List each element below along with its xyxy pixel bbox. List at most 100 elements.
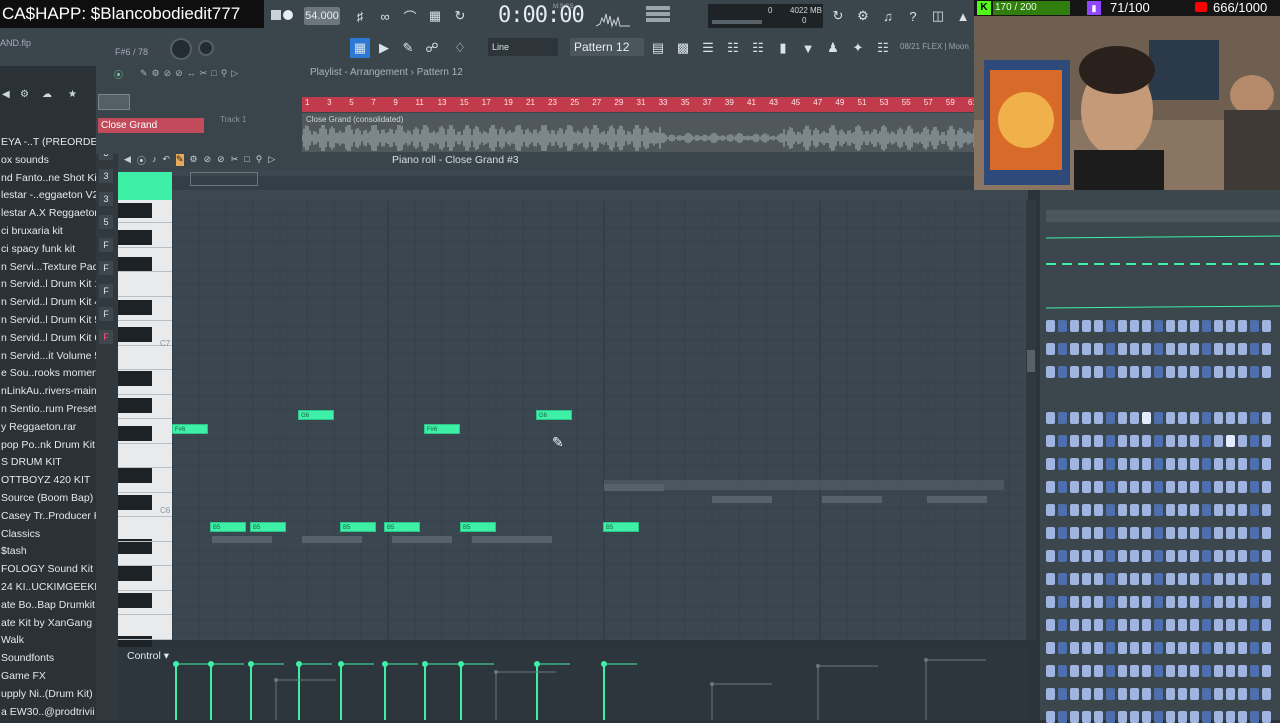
control-select[interactable]: Control ▾ — [127, 650, 169, 662]
black-key[interactable] — [118, 495, 152, 510]
step-pad[interactable] — [1046, 458, 1055, 470]
step-pad[interactable] — [1238, 596, 1247, 608]
step-pad[interactable] — [1178, 596, 1187, 608]
paint-icon[interactable]: ⚙ — [152, 68, 160, 80]
step-pad[interactable] — [1262, 366, 1271, 378]
step-pad[interactable] — [1094, 412, 1103, 424]
step-pad[interactable] — [1238, 550, 1247, 562]
step-pad[interactable] — [1082, 550, 1091, 562]
step-pad[interactable] — [1058, 665, 1067, 677]
step-pad[interactable] — [1118, 320, 1127, 332]
slice-icon[interactable]: ✂ — [200, 68, 208, 80]
step-pad[interactable] — [1046, 481, 1055, 493]
step-pad[interactable] — [1046, 435, 1055, 447]
step-pad[interactable] — [1190, 435, 1199, 447]
loop-region-box[interactable] — [190, 172, 258, 186]
browser-item[interactable]: n Sentio..rum Presets — [0, 401, 96, 419]
browser-item[interactable]: y Reggaeton.rar — [0, 419, 96, 437]
step-pad[interactable] — [1214, 619, 1223, 631]
step-pad[interactable] — [1178, 366, 1187, 378]
browser-item[interactable]: e Sou..rooks moment — [0, 365, 96, 383]
pattern-picker-button[interactable] — [98, 94, 130, 110]
step-pad[interactable] — [1202, 366, 1211, 378]
step-pad[interactable] — [1046, 527, 1055, 539]
step-pad[interactable] — [1070, 711, 1079, 723]
step-pad[interactable] — [1130, 343, 1139, 355]
step-pad[interactable] — [1070, 527, 1079, 539]
pencil-tool-icon[interactable]: ✎ — [175, 154, 184, 166]
step-pad[interactable] — [1154, 619, 1163, 631]
step-pad[interactable] — [1166, 619, 1175, 631]
browser-item[interactable]: upply Ni..(Drum Kit) — [0, 686, 96, 704]
step-pad[interactable] — [1094, 458, 1103, 470]
export-icon[interactable]: ▲ — [953, 6, 973, 26]
step-edit-icon[interactable]: ▦ — [425, 6, 445, 26]
step-pad[interactable] — [1106, 665, 1115, 677]
step-pad[interactable] — [1190, 504, 1199, 516]
step-pad[interactable] — [1106, 366, 1115, 378]
step-pad[interactable] — [1214, 527, 1223, 539]
step-pad[interactable] — [1106, 573, 1115, 585]
step-pad[interactable] — [1154, 711, 1163, 723]
step-pad[interactable] — [1250, 596, 1259, 608]
step-pad[interactable] — [1070, 412, 1079, 424]
step-pad[interactable] — [1154, 458, 1163, 470]
velocity-lane[interactable] — [172, 650, 1024, 720]
step-pad[interactable] — [1070, 550, 1079, 562]
step-pad[interactable] — [1118, 366, 1127, 378]
browser-item[interactable]: nd Fanto..ne Shot Kit — [0, 170, 96, 188]
select-tool-icon[interactable]: □ — [244, 154, 249, 166]
step-pad[interactable] — [1226, 665, 1235, 677]
step-pad[interactable] — [1154, 527, 1163, 539]
step-pad[interactable] — [1082, 458, 1091, 470]
browser-item[interactable]: nLinkAu..rivers-main — [0, 383, 96, 401]
step-pad[interactable] — [1046, 688, 1055, 700]
step-pad[interactable] — [1094, 435, 1103, 447]
black-key[interactable] — [118, 468, 152, 483]
browser-item[interactable]: S DRUM KIT — [0, 454, 96, 472]
record-button[interactable] — [278, 5, 298, 25]
browser-item[interactable]: ate Bo..Bap Drumkit — [0, 597, 96, 615]
black-key[interactable] — [118, 300, 152, 315]
step-pad[interactable] — [1238, 481, 1247, 493]
step-pad[interactable] — [1250, 619, 1259, 631]
step-pad[interactable] — [1094, 711, 1103, 723]
step-pad[interactable] — [1118, 619, 1127, 631]
step-pad[interactable] — [1262, 504, 1271, 516]
step-pad[interactable] — [1178, 481, 1187, 493]
step-pad[interactable] — [1046, 412, 1055, 424]
step-pad[interactable] — [1130, 320, 1139, 332]
step-pad[interactable] — [1154, 343, 1163, 355]
step-pad[interactable] — [1142, 573, 1151, 585]
channel-rack-icon[interactable]: ▶ — [374, 38, 394, 58]
step-pad[interactable] — [1130, 435, 1139, 447]
step-pad[interactable] — [1226, 366, 1235, 378]
step-pad[interactable] — [1046, 665, 1055, 677]
step-pad[interactable] — [1250, 665, 1259, 677]
step-pad[interactable] — [1202, 504, 1211, 516]
step-pad[interactable] — [1118, 412, 1127, 424]
magnet-tool-icon[interactable]: ⦿ — [137, 154, 146, 166]
step-pad[interactable] — [1166, 573, 1175, 585]
step-pad[interactable] — [1094, 688, 1103, 700]
step-pad[interactable] — [1058, 596, 1067, 608]
step-pad[interactable] — [1082, 343, 1091, 355]
step-pad[interactable] — [1166, 711, 1175, 723]
black-key[interactable] — [118, 398, 152, 413]
step-pad[interactable] — [1154, 481, 1163, 493]
step-pad[interactable] — [1250, 458, 1259, 470]
step-pad[interactable] — [1214, 366, 1223, 378]
step-pad[interactable] — [1070, 343, 1079, 355]
piano-note[interactable]: B5 — [384, 522, 420, 532]
step-pad[interactable] — [1070, 688, 1079, 700]
mixer-icon[interactable]: ☰ — [698, 38, 718, 58]
draw-tool-icon[interactable]: ✎ — [398, 38, 418, 58]
step-pad[interactable] — [1118, 688, 1127, 700]
step-pad[interactable] — [1226, 458, 1235, 470]
browser-item[interactable]: OTTBOYZ 420 KIT — [0, 472, 96, 490]
step-pad[interactable] — [1082, 642, 1091, 654]
step-pad[interactable] — [1226, 435, 1235, 447]
black-key[interactable] — [118, 371, 152, 386]
step-pad[interactable] — [1226, 343, 1235, 355]
step-pad[interactable] — [1142, 527, 1151, 539]
